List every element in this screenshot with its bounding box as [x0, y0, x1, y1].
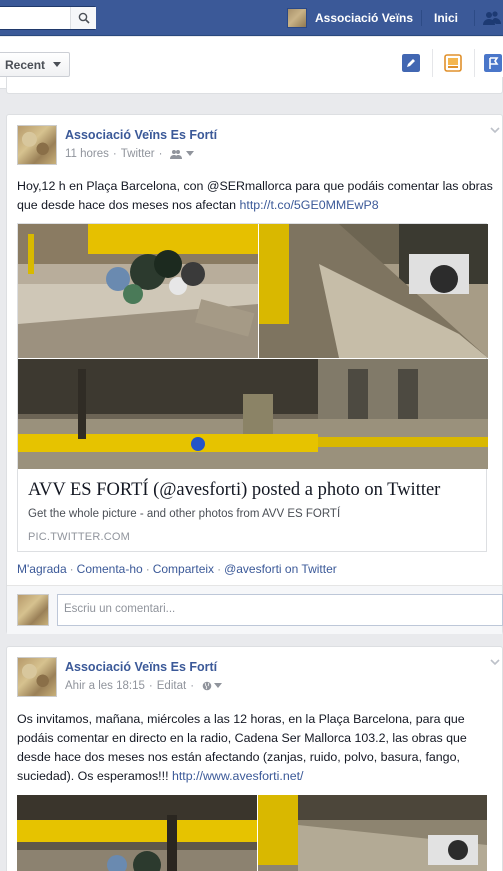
- attachment-photo[interactable]: [17, 795, 257, 871]
- action-separator: ·: [217, 562, 222, 576]
- sort-recent-dropdown[interactable]: Recent: [0, 52, 71, 77]
- post-source[interactable]: Twitter: [121, 148, 155, 160]
- profile-link[interactable]: Associació Veïns: [287, 6, 413, 30]
- nav-divider: [474, 10, 475, 26]
- avatar: [17, 594, 49, 626]
- home-label: Inici: [434, 11, 459, 25]
- avatar[interactable]: [17, 125, 57, 165]
- toolbar-divider: [474, 49, 475, 77]
- action-separator: ·: [69, 562, 74, 576]
- attachment-title[interactable]: AVV ES FORTÍ (@avesforti) posted a photo…: [28, 480, 440, 501]
- attachment-photo[interactable]: [18, 224, 258, 358]
- previous-post-card: [6, 77, 503, 94]
- comment-input[interactable]: Escriu un comentari...: [57, 594, 503, 626]
- meta-separator: ·: [158, 148, 163, 160]
- post-text: Os invitamos, mañana, miércoles a las 12…: [17, 710, 501, 786]
- post-time[interactable]: Ahir a les 18:15: [65, 680, 145, 692]
- post-text: Hoy,12 h en Plaça Barcelona, con @SERmal…: [17, 177, 501, 215]
- comment-link[interactable]: Comenta-ho: [77, 562, 143, 576]
- post-actions: M'agrada · Comenta-ho · Comparteix · @avesfort…: [17, 562, 337, 576]
- action-separator: ·: [145, 562, 150, 576]
- search-button[interactable]: [70, 7, 96, 29]
- chevron-down-icon: [53, 62, 62, 67]
- globe-icon: [202, 681, 212, 691]
- post-link[interactable]: http://t.co/5GE0MMEwP8: [240, 198, 379, 212]
- post-author[interactable]: Associació Veïns Es Fortí: [65, 660, 217, 674]
- top-navigation-bar: Associació Veïns Inici: [0, 0, 503, 36]
- chevron-down-icon: [186, 151, 195, 156]
- attachment-photo[interactable]: [258, 795, 487, 871]
- meta-separator: ·: [190, 680, 195, 692]
- photo-album-icon[interactable]: [444, 54, 462, 72]
- edit-pencil-icon[interactable]: [402, 54, 420, 72]
- search-icon: [78, 12, 90, 24]
- source-link[interactable]: @avesforti on Twitter: [224, 562, 337, 576]
- post-meta: 11 hores · Twitter ·: [65, 148, 195, 160]
- post-author[interactable]: Associació Veïns Es Fortí: [65, 128, 217, 142]
- nav-divider: [421, 10, 422, 26]
- meta-separator: ·: [112, 148, 117, 160]
- chevron-down-icon: [214, 683, 223, 688]
- post-link[interactable]: http://www.avesforti.net/: [172, 769, 304, 783]
- post-time[interactable]: 11 hores: [65, 148, 109, 160]
- attachment-photo[interactable]: [18, 359, 488, 469]
- avatar[interactable]: [17, 657, 57, 697]
- profile-thumbnail: [287, 8, 307, 28]
- post-options-chevron-icon[interactable]: [490, 659, 500, 667]
- friends-audience-icon: [170, 150, 183, 159]
- post-meta: Ahir a les 18:15 · Editat ·: [65, 680, 223, 692]
- post-card: Associació Veïns Es Fortí Ahir a les 18:…: [6, 646, 503, 871]
- attachment-subtitle: Get the whole picture - and other photos…: [28, 508, 341, 520]
- like-link[interactable]: M'agrada: [17, 562, 67, 576]
- post-card: Associació Veïns Es Fortí 11 hores · Twi…: [6, 114, 503, 634]
- search-input[interactable]: [0, 6, 96, 30]
- post-options-chevron-icon[interactable]: [490, 127, 500, 135]
- home-link[interactable]: Inici: [434, 6, 458, 30]
- audience-selector[interactable]: [202, 681, 223, 691]
- share-link[interactable]: Comparteix: [153, 562, 214, 576]
- attachment-source: PIC.TWITTER.COM: [28, 531, 130, 543]
- photo-attachment[interactable]: [17, 795, 487, 871]
- recent-label: Recent: [5, 57, 46, 72]
- profile-name: Associació Veïns: [315, 11, 414, 25]
- toolbar-divider: [432, 49, 433, 77]
- place-flag-icon[interactable]: [484, 54, 502, 72]
- attachment-photo[interactable]: [259, 224, 488, 358]
- friend-requests-icon[interactable]: [483, 10, 501, 26]
- post-edited[interactable]: Editat: [157, 680, 186, 692]
- audience-selector[interactable]: [170, 149, 195, 159]
- meta-separator: ·: [148, 680, 153, 692]
- link-attachment[interactable]: AVV ES FORTÍ (@avesforti) posted a photo…: [17, 223, 488, 552]
- comment-composer: Escriu un comentari...: [7, 585, 503, 634]
